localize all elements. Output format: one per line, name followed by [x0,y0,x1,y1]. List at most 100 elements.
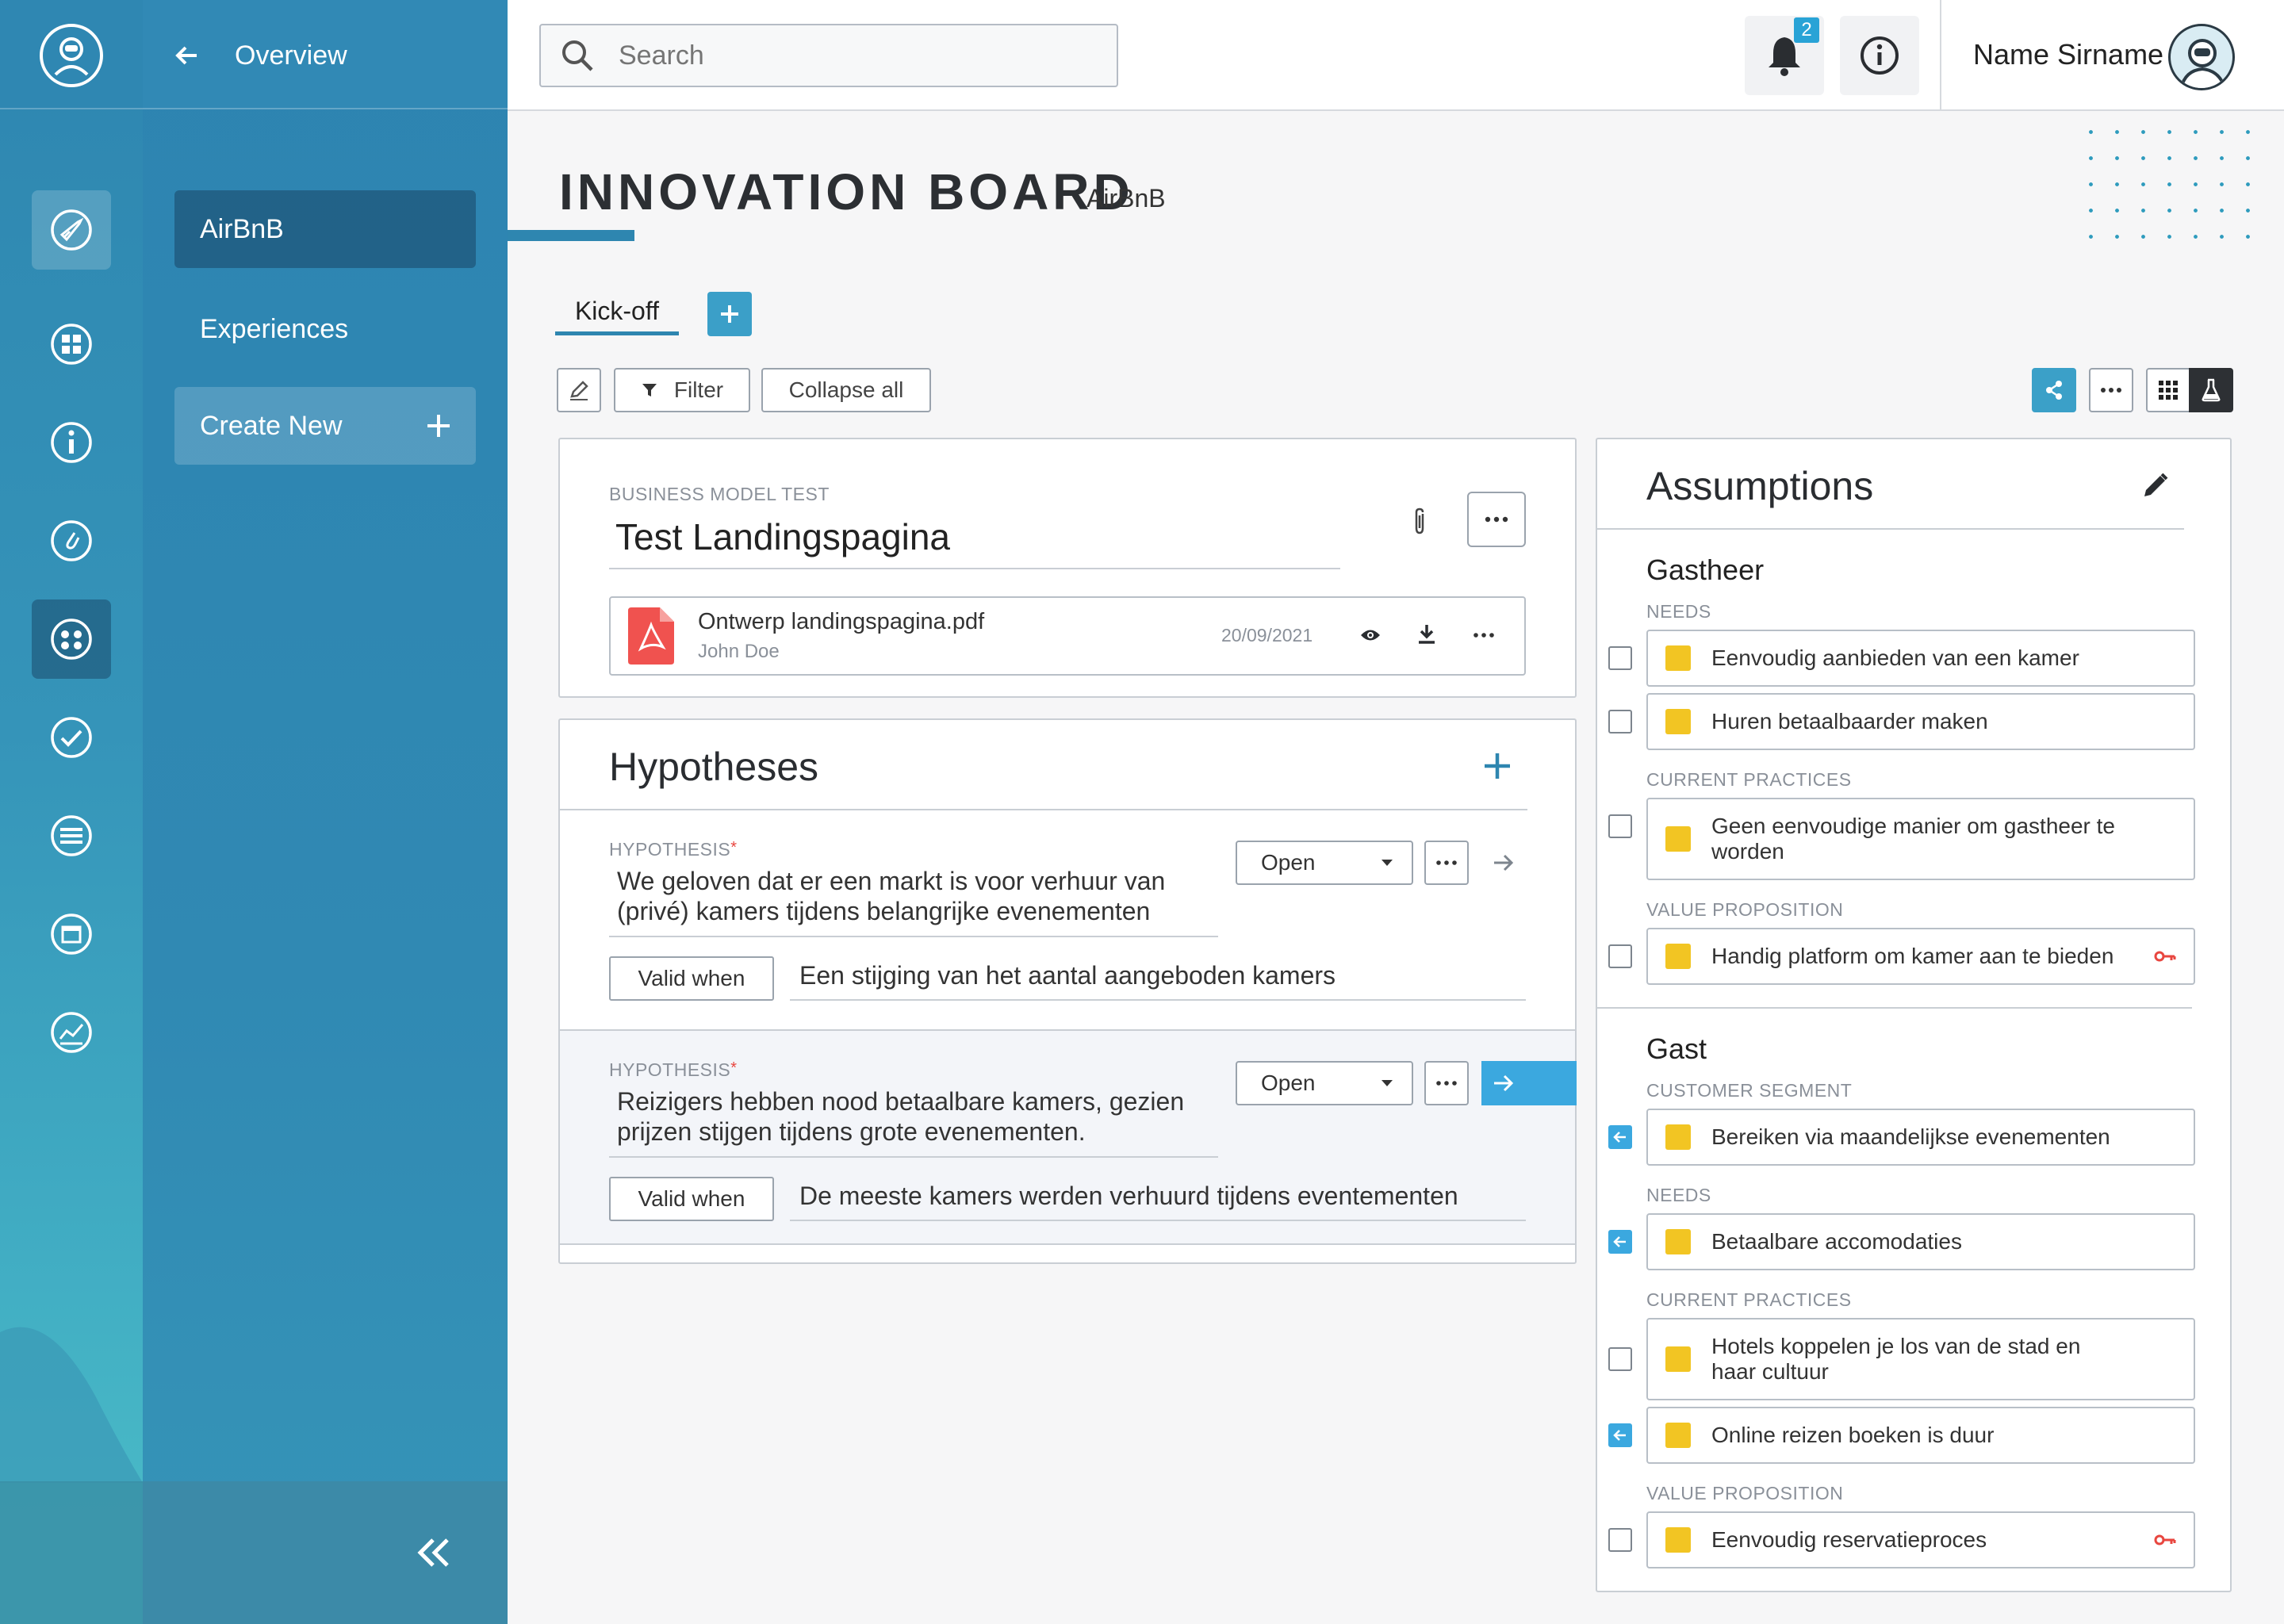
page-subtitle: AirBnB [1086,184,1166,213]
assumption-linked-checkbox[interactable] [1608,1125,1632,1149]
search-icon [562,40,593,71]
hypothesis-more-button[interactable] [1424,841,1469,885]
assumption-item[interactable]: Betaalbare accomodaties [1646,1213,2195,1270]
nav-item-experiences[interactable]: Experiences [174,290,476,368]
user-name[interactable]: Name Sirname [1973,38,2163,71]
info-icon [1861,36,1899,75]
plus-icon [427,415,450,437]
status-select[interactable]: Open [1236,1061,1413,1105]
hypothesis-link-button[interactable] [1481,1061,1577,1105]
grid-icon [2159,381,2178,400]
valid-when-button[interactable]: Valid when [609,956,774,1001]
assumption-checkbox[interactable] [1608,1347,1632,1371]
assumption-item[interactable]: Eenvoudig aanbieden van een kamer [1646,630,2195,687]
rail-check-icon[interactable] [32,698,111,777]
filter-button[interactable]: Filter [614,368,750,412]
tab-active-indicator [555,331,679,335]
rail-calendar-icon[interactable] [32,894,111,974]
caret-down-icon [1382,860,1393,866]
hypothesis-label: HYPOTHESIS* [609,839,738,860]
assumption-checkbox[interactable] [1608,646,1632,670]
key-icon [2154,951,2176,962]
file-name[interactable]: Ontwerp landingspagina.pdf [698,609,984,635]
collapse-all-button[interactable]: Collapse all [761,368,931,412]
test-category-label: BUSINESS MODEL TEST [609,484,830,504]
assumption-item[interactable]: Handig platform om kamer aan te bieden [1646,928,2195,985]
rail-chart-icon[interactable] [32,993,111,1072]
experiment-view-button[interactable] [2189,368,2233,412]
status-value: Open [1261,1071,1316,1095]
hypothesis-more-button[interactable] [1424,1061,1469,1105]
valid-when-text[interactable]: De meeste kamers werden verhuurd tijdens… [799,1182,1458,1211]
assumption-linked-checkbox[interactable] [1608,1230,1632,1254]
assumption-item[interactable]: Online reizen boeken is duur [1646,1407,2195,1464]
rail-dashboard-icon[interactable] [32,304,111,384]
rail-rocket-icon[interactable] [32,190,111,270]
info-button[interactable] [1840,16,1919,95]
valid-when-button[interactable]: Valid when [609,1177,774,1221]
share-button[interactable] [2032,368,2076,412]
more-options-button[interactable] [2089,368,2133,412]
file-more-button[interactable] [1473,632,1494,638]
arrow-left-icon [1613,1236,1626,1247]
hypotheses-title: Hypotheses [609,745,819,789]
group-gastheer: Gastheer [1646,553,1765,586]
valid-when-text[interactable]: Een stijging van het aantal aangeboden k… [799,961,1336,990]
status-select[interactable]: Open [1236,841,1413,885]
app-logo-icon[interactable] [38,22,105,89]
test-title[interactable]: Test Landingspagina [615,515,950,558]
rail-attachment-icon[interactable] [32,501,111,580]
assumption-checkbox[interactable] [1608,814,1632,838]
grid-view-button[interactable] [2146,368,2190,412]
decorative-dot-grid [2078,119,2260,246]
file-attachment-row[interactable] [609,596,1526,676]
hypothesis-text[interactable]: Reizigers hebben nood betaalbare kamers,… [617,1086,1184,1147]
assumption-item[interactable]: Eenvoudig reservatieproces [1646,1511,2195,1568]
search-box[interactable] [539,24,1118,87]
assumption-linked-checkbox[interactable] [1608,1423,1632,1447]
back-to-overview[interactable]: Overview [171,40,347,71]
assumption-item[interactable]: Geen eenvoudige manier om gastheer te wo… [1646,798,2195,880]
collapse-sidebar-button[interactable] [414,1537,452,1568]
rail-footer [0,1481,143,1624]
category-label: NEEDS [1646,1185,1711,1205]
status-value: Open [1261,850,1316,875]
assumption-item[interactable]: Huren betaalbaarder maken [1646,693,2195,750]
rail-list-icon[interactable] [32,796,111,875]
avatar[interactable] [2168,24,2235,90]
download-file-button[interactable] [1416,623,1437,645]
test-more-button[interactable] [1467,492,1526,547]
view-file-button[interactable] [1359,628,1382,642]
file-date: 20/09/2021 [1221,625,1313,645]
search-input[interactable] [619,40,1063,71]
double-chevron-left-icon [417,1538,449,1567]
decorative-hill [0,1327,143,1483]
edit-assumptions-button[interactable] [2141,471,2170,500]
hypothesis-underline [609,1156,1218,1158]
group-divider [1596,1007,2192,1009]
nav-item-airbnb[interactable]: AirBnB [174,190,476,268]
assumption-item[interactable]: Bereiken via maandelijkse evenementen [1646,1109,2195,1166]
tab-kick-off[interactable]: Kick-off [555,285,679,336]
assumption-item[interactable]: Hotels koppelen je los van de stad en ha… [1646,1318,2195,1400]
add-tab-button[interactable] [707,292,752,336]
create-new-button[interactable]: Create New [174,387,476,465]
category-label: CURRENT PRACTICES [1646,1289,1852,1310]
hypotheses-divider [558,809,1527,810]
nav-item-label: AirBnB [200,213,284,244]
attach-button[interactable] [1410,508,1429,536]
edit-button[interactable] [557,368,601,412]
assumption-checkbox[interactable] [1608,710,1632,733]
assumption-checkbox[interactable] [1608,1528,1632,1552]
rail-canvas-icon[interactable] [32,599,111,679]
more-horizontal-icon [1436,1081,1457,1086]
hypothesis-arrow-button[interactable] [1493,853,1515,872]
collapse-all-label: Collapse all [788,377,904,402]
notification-badge: 2 [1794,17,1819,43]
hypothesis-text[interactable]: We geloven dat er een markt is voor verh… [617,866,1165,926]
add-hypothesis-button[interactable] [1483,752,1512,780]
rail-info-icon[interactable] [32,403,111,482]
header-divider [1940,0,1941,111]
more-horizontal-icon [1485,516,1508,523]
assumption-checkbox[interactable] [1608,944,1632,968]
